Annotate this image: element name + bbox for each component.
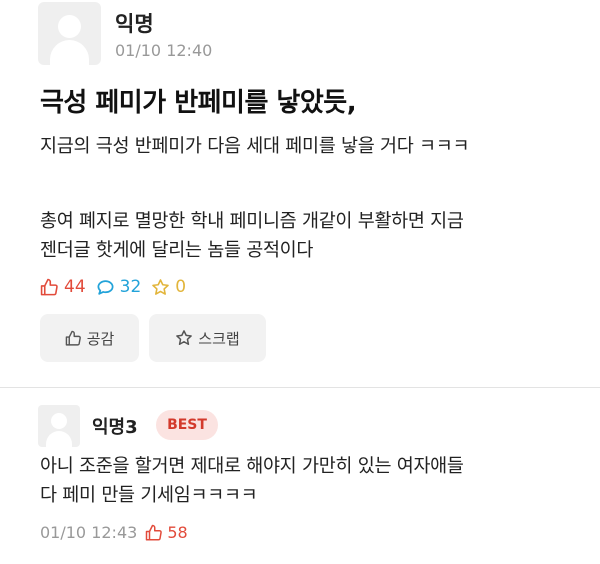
comment-header: 익명3 BEST bbox=[38, 405, 578, 447]
comment-body: 아니 조준을 할거면 제대로 해야지 가만히 있는 여자애들 다 페미 만들 기… bbox=[40, 452, 580, 510]
post-title: 극성 페미가 반페미를 낳았듯, bbox=[40, 88, 357, 118]
thumbs-up-icon bbox=[146, 524, 163, 540]
post-body-line: 지금의 극성 반페미가 다음 세대 페미를 낳을 거다 ㅋㅋㅋ bbox=[40, 136, 470, 157]
comment-count-value: 32 bbox=[119, 277, 142, 297]
divider bbox=[0, 387, 600, 388]
comment-like-count: 58 bbox=[167, 523, 188, 542]
post-body: 지금의 극성 반페미가 다음 세대 페미를 낳을 거다 ㅋㅋㅋ 총여 폐지로 멸… bbox=[40, 132, 580, 265]
star-icon bbox=[176, 330, 193, 345]
post-author: 익명 bbox=[115, 12, 154, 36]
avatar bbox=[38, 405, 80, 447]
best-badge: BEST bbox=[156, 410, 218, 440]
comment-body-line: 아니 조준을 할거면 제대로 해야지 가만히 있는 여자애들 bbox=[40, 456, 464, 477]
star-icon bbox=[152, 278, 170, 295]
comment-date: 01/10 12:43 bbox=[40, 523, 138, 542]
post-stats: 44 32 0 bbox=[40, 276, 196, 298]
scrap-count: 0 bbox=[151, 277, 186, 297]
avatar bbox=[38, 2, 101, 65]
comment-body-line: 다 페미 만들 기세임ㅋㅋㅋㅋ bbox=[40, 485, 258, 506]
post-body-line: 총여 폐지로 멸망한 학내 페미니즘 개같이 부활하면 지금 bbox=[40, 211, 464, 232]
post-date: 01/10 12:40 bbox=[115, 41, 213, 60]
post-body-line: 젠더글 핫게에 달리는 놈들 공적이다 bbox=[40, 240, 314, 261]
thumbs-up-icon bbox=[65, 330, 81, 346]
comment-author: 익명3 bbox=[92, 417, 138, 438]
speech-bubble-icon bbox=[97, 279, 114, 295]
comment-count: 32 bbox=[96, 277, 142, 297]
comment-footer: 01/10 12:43 58 bbox=[40, 523, 188, 542]
scrap-button[interactable]: 스크랩 bbox=[149, 314, 266, 362]
like-count: 44 bbox=[40, 277, 86, 297]
empathy-button-label: 공감 bbox=[86, 329, 115, 348]
comment-like-button[interactable]: 58 bbox=[145, 523, 188, 542]
scrap-count-value: 0 bbox=[175, 277, 187, 297]
thumbs-up-icon bbox=[40, 278, 58, 295]
empathy-button[interactable]: 공감 bbox=[40, 314, 139, 362]
scrap-button-label: 스크랩 bbox=[198, 329, 240, 348]
like-count-value: 44 bbox=[64, 277, 86, 297]
post-actions: 공감 스크랩 bbox=[40, 314, 276, 362]
post-header: 익명 01/10 12:40 bbox=[38, 2, 578, 66]
